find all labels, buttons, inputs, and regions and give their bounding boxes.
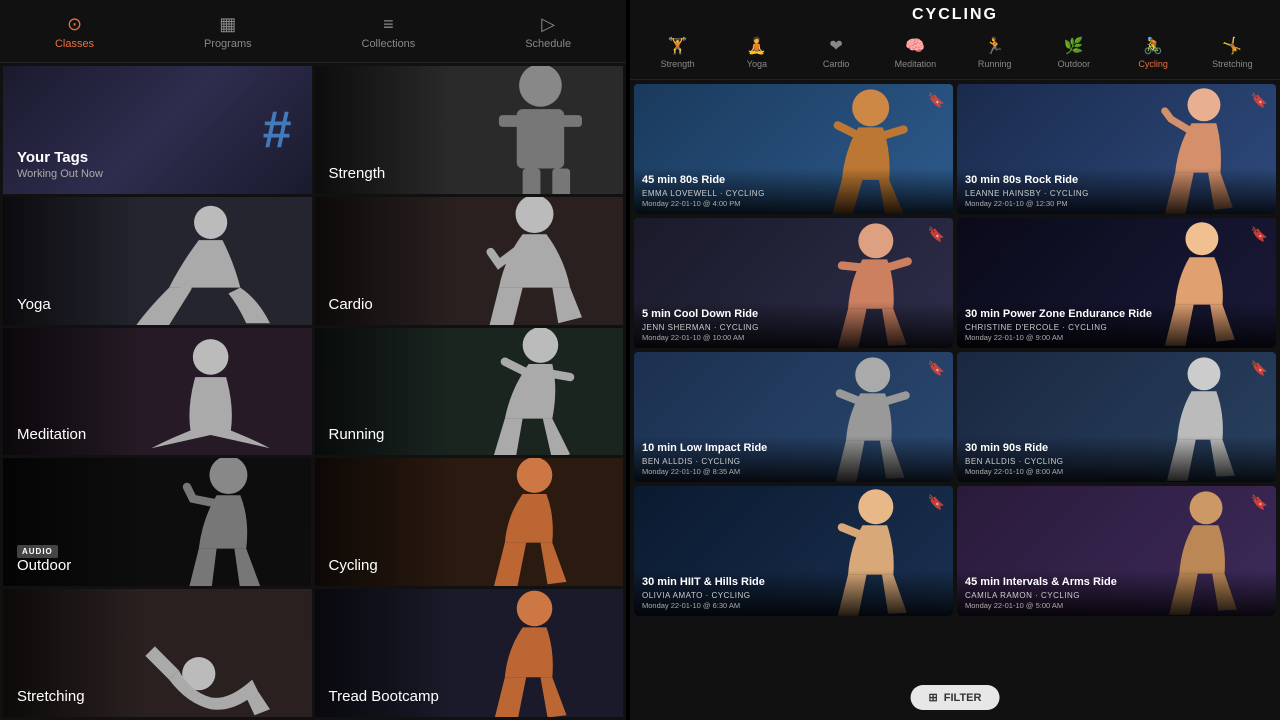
filter-button[interactable]: ⊞ FILTER: [911, 685, 1000, 710]
class-title: 45 min Intervals & Arms Ride: [965, 576, 1268, 589]
schedule-icon: ▷: [541, 14, 555, 35]
category-navigation: 🏋 Strength 🧘 Yoga ❤ Cardio 🧠 Meditation …: [630, 28, 1280, 80]
class-title: 30 min 90s Ride: [965, 442, 1268, 455]
class-card[interactable]: 🔖 45 min 80s Ride EMMA LOVEWELL · CYCLIN…: [634, 84, 953, 214]
class-meta: JENN SHERMAN · CYCLING: [642, 323, 945, 332]
nav-classes[interactable]: ⊙ Classes: [43, 10, 106, 54]
filter-icon: ⊞: [929, 691, 938, 704]
your-tags-cell[interactable]: Your Tags Working Out Now #: [3, 66, 312, 194]
bookmark-icon[interactable]: 🔖: [1251, 226, 1268, 243]
class-card[interactable]: 🔖 10 min Low Impact Ride BEN ALLDIS · CY…: [634, 352, 953, 482]
cardio-cell[interactable]: Cardio: [315, 197, 624, 325]
class-time: Monday 22-01-10 @ 5:00 AM: [965, 601, 1268, 610]
class-title: 5 min Cool Down Ride: [642, 308, 945, 321]
class-card[interactable]: 🔖 30 min 90s Ride BEN ALLDIS · CYCLING M…: [957, 352, 1276, 482]
outdoor-cat-icon: 🌿: [1064, 36, 1084, 56]
cat-stretching[interactable]: 🤸 Stretching: [1202, 34, 1262, 71]
class-title: 30 min Power Zone Endurance Ride: [965, 308, 1268, 321]
class-time: Monday 22-01-10 @ 8:00 AM: [965, 467, 1268, 476]
class-card[interactable]: 🔖 30 min Power Zone Endurance Ride CHRIS…: [957, 218, 1276, 348]
class-time: Monday 22-01-10 @ 4:00 PM: [642, 199, 945, 208]
nav-collections[interactable]: ≡ Collections: [350, 10, 428, 54]
right-panel-title: CYCLING: [630, 0, 1280, 28]
class-info: 30 min 80s Rock Ride LEANNE HAINSBY · CY…: [957, 168, 1276, 214]
class-time: Monday 22-01-10 @ 6:30 AM: [642, 601, 945, 610]
classes-grid: Your Tags Working Out Now # Strength: [0, 63, 626, 720]
class-time: Monday 22-01-10 @ 8:35 AM: [642, 467, 945, 476]
running-cat-icon: 🏃: [985, 36, 1005, 56]
class-meta: OLIVIA AMATO · CYCLING: [642, 591, 945, 600]
class-meta: BEN ALLDIS · CYCLING: [642, 457, 945, 466]
class-time: Monday 22-01-10 @ 9:00 AM: [965, 333, 1268, 342]
cat-meditation[interactable]: 🧠 Meditation: [885, 34, 945, 71]
class-info: 30 min Power Zone Endurance Ride CHRISTI…: [957, 302, 1276, 348]
collections-icon: ≡: [383, 14, 394, 35]
filter-label: FILTER: [944, 692, 982, 704]
class-meta: BEN ALLDIS · CYCLING: [965, 457, 1268, 466]
left-panel: ⊙ Classes ▦ Programs ≡ Collections ▷ Sch…: [0, 0, 630, 720]
class-title: 30 min HIIT & Hills Ride: [642, 576, 945, 589]
programs-icon: ▦: [219, 14, 236, 35]
bookmark-icon[interactable]: 🔖: [1251, 360, 1268, 377]
cat-running[interactable]: 🏃 Running: [965, 34, 1025, 71]
audio-badge: AUDIO: [17, 545, 58, 558]
class-card[interactable]: 🔖 30 min 80s Rock Ride LEANNE HAINSBY · …: [957, 84, 1276, 214]
nav-schedule[interactable]: ▷ Schedule: [513, 10, 583, 54]
left-navigation: ⊙ Classes ▦ Programs ≡ Collections ▷ Sch…: [0, 0, 626, 63]
class-info: 30 min HIIT & Hills Ride OLIVIA AMATO · …: [634, 570, 953, 616]
class-info: 10 min Low Impact Ride BEN ALLDIS · CYCL…: [634, 436, 953, 482]
yoga-cell[interactable]: Yoga: [3, 197, 312, 325]
nav-programs[interactable]: ▦ Programs: [192, 10, 264, 54]
cat-yoga[interactable]: 🧘 Yoga: [727, 34, 787, 71]
class-info: 30 min 90s Ride BEN ALLDIS · CYCLING Mon…: [957, 436, 1276, 482]
class-meta: CHRISTINE D'ERCOLE · CYCLING: [965, 323, 1268, 332]
cat-cardio[interactable]: ❤ Cardio: [806, 34, 866, 71]
strength-cat-icon: 🏋: [668, 36, 688, 56]
bookmark-icon[interactable]: 🔖: [928, 226, 945, 243]
right-panel: CYCLING 🏋 Strength 🧘 Yoga ❤ Cardio 🧠 Med…: [630, 0, 1280, 720]
cycling-cell[interactable]: Cycling: [315, 458, 624, 586]
class-meta: CAMILA RAMON · CYCLING: [965, 591, 1268, 600]
class-title: 30 min 80s Rock Ride: [965, 174, 1268, 187]
bookmark-icon[interactable]: 🔖: [928, 92, 945, 109]
class-card[interactable]: 🔖 30 min HIIT & Hills Ride OLIVIA AMATO …: [634, 486, 953, 616]
classes-list: 🔖 45 min 80s Ride EMMA LOVEWELL · CYCLIN…: [630, 80, 1280, 620]
bookmark-icon[interactable]: 🔖: [928, 494, 945, 511]
cat-strength[interactable]: 🏋 Strength: [648, 34, 708, 71]
cardio-cat-icon: ❤: [829, 36, 842, 56]
classes-icon: ⊙: [67, 14, 82, 35]
class-info: 45 min 80s Ride EMMA LOVEWELL · CYCLING …: [634, 168, 953, 214]
cycling-cat-icon: 🚴: [1143, 36, 1163, 56]
strength-cell[interactable]: Strength: [315, 66, 624, 194]
running-cell[interactable]: Running: [315, 328, 624, 456]
class-card[interactable]: 🔖 5 min Cool Down Ride JENN SHERMAN · CY…: [634, 218, 953, 348]
stretching-cell[interactable]: Stretching: [3, 589, 312, 717]
tread-cell[interactable]: Tread Bootcamp: [315, 589, 624, 717]
bookmark-icon[interactable]: 🔖: [928, 360, 945, 377]
meditation-cat-icon: 🧠: [905, 36, 925, 56]
outdoor-cell[interactable]: Outdoor AUDIO: [3, 458, 312, 586]
class-meta: EMMA LOVEWELL · CYCLING: [642, 189, 945, 198]
meditation-cell[interactable]: Meditation: [3, 328, 312, 456]
class-time: Monday 22-01-10 @ 10:00 AM: [642, 333, 945, 342]
class-info: 5 min Cool Down Ride JENN SHERMAN · CYCL…: [634, 302, 953, 348]
class-info: 45 min Intervals & Arms Ride CAMILA RAMO…: [957, 570, 1276, 616]
class-time: Monday 22-01-10 @ 12:30 PM: [965, 199, 1268, 208]
cat-cycling[interactable]: 🚴 Cycling: [1123, 34, 1183, 71]
class-title: 10 min Low Impact Ride: [642, 442, 945, 455]
class-card[interactable]: 🔖 45 min Intervals & Arms Ride CAMILA RA…: [957, 486, 1276, 616]
class-title: 45 min 80s Ride: [642, 174, 945, 187]
stretching-cat-icon: 🤸: [1222, 36, 1242, 56]
hash-icon: #: [263, 100, 292, 160]
bookmark-icon[interactable]: 🔖: [1251, 92, 1268, 109]
bookmark-icon[interactable]: 🔖: [1251, 494, 1268, 511]
class-meta: LEANNE HAINSBY · CYCLING: [965, 189, 1268, 198]
cat-outdoor[interactable]: 🌿 Outdoor: [1044, 34, 1104, 71]
yoga-cat-icon: 🧘: [747, 36, 767, 56]
